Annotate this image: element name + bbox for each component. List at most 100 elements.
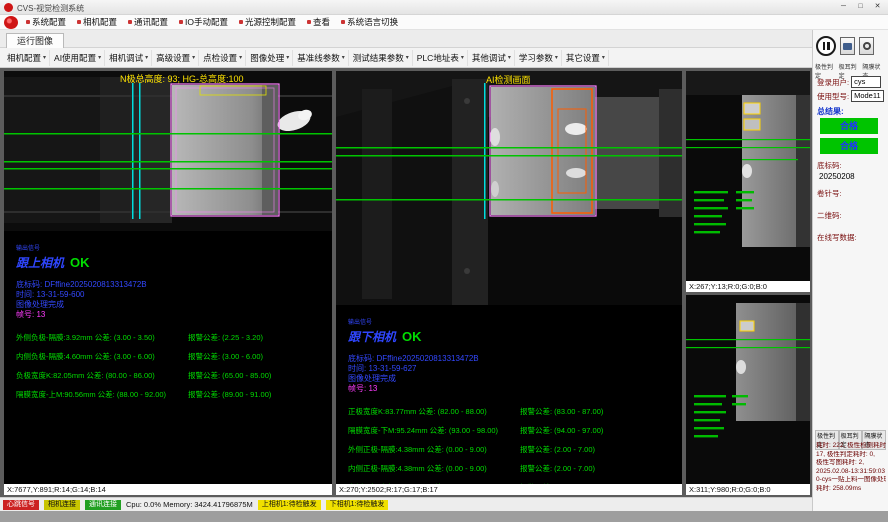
toolbar-label: 其它设置 bbox=[566, 52, 600, 64]
menu-icon bbox=[341, 20, 345, 24]
menu-item-comm-config[interactable]: 通讯配置 bbox=[128, 16, 168, 28]
toolbar-label: 学习参数 bbox=[519, 52, 553, 64]
toolbar-image-process[interactable]: 图像处理▾ bbox=[247, 50, 293, 66]
middle-frame-number: 帧号: 13 bbox=[348, 384, 676, 394]
pause-button[interactable] bbox=[816, 36, 836, 56]
alarm-tolerance: 报警公差: (3.00 - 6.00) bbox=[188, 351, 326, 362]
menu-icon bbox=[179, 20, 183, 24]
menu-item-io-config[interactable]: IO手动配置 bbox=[179, 16, 228, 28]
upper-camera-trigger-badge: 上相机1:待检触发 bbox=[258, 500, 321, 510]
reel-number-row: 卷针号: bbox=[817, 188, 842, 199]
toolbar-plc-table[interactable]: PLC地址表▾ bbox=[414, 50, 468, 66]
menu-item-language[interactable]: 系统语言切换 bbox=[341, 16, 398, 28]
small-top-camera-view[interactable] bbox=[686, 71, 810, 281]
stats-line: 17, 极性判定耗时: 0, bbox=[816, 451, 886, 460]
menu-label: IO手动配置 bbox=[185, 16, 228, 28]
small-bottom-coord-readout: X:311;Y:980;R:0;G:0;B:0 bbox=[686, 484, 810, 495]
measure-value: 外侧负极-隔膜:3.92mm 公差: (3.00 - 3.50) bbox=[16, 332, 188, 343]
left-result-ok: OK bbox=[70, 255, 90, 270]
toolbar: 相机配置▾ AI使用配置▾ 相机调试▾ 高级设置▾ 点检设置▾ 图像处理▾ 基准… bbox=[0, 48, 812, 68]
online-write-label: 在线写数据: bbox=[817, 232, 857, 243]
toolbar-label: 基准线参数 bbox=[297, 52, 340, 64]
qr-code-row: 二维码: bbox=[817, 210, 842, 221]
toolbar-camera-debug[interactable]: 相机调试▾ bbox=[106, 50, 152, 66]
left-camera-view[interactable]: N极总高度: 93; HG-总高度:100 bbox=[4, 71, 332, 231]
stats-line: 耗时: 222, 极性检测耗时: bbox=[816, 442, 886, 451]
middle-camera-info: 输出信号 跟下相机OK 底标码: DFffine2025020813313472… bbox=[348, 317, 676, 484]
measure-value: 正极宽度K:83.77mm 公差: (82.00 - 88.00) bbox=[348, 406, 520, 417]
total-result-label: 总结果: bbox=[817, 106, 844, 117]
toolbar-label: PLC地址表 bbox=[417, 52, 459, 64]
middle-process-status: 图像处理完成 bbox=[348, 374, 676, 384]
status-bar: 心跳信号 相机连接 通讯连接 Cpu: 0.0% Memory: 3424.41… bbox=[0, 497, 812, 511]
alarm-tolerance: 报警公差: (89.00 - 91.00) bbox=[188, 389, 326, 400]
toolbar-other-debug[interactable]: 其他调试▾ bbox=[469, 50, 515, 66]
menu-item-camera-config[interactable]: 相机配置 bbox=[77, 16, 117, 28]
toolbar-camera-config[interactable]: 相机配置▾ bbox=[4, 50, 50, 66]
measure-value: 隔膜宽度-上M:90.56mm 公差: (88.00 - 92.00) bbox=[16, 389, 188, 400]
model-label: 使用型号: bbox=[817, 91, 849, 102]
comm-connection-badge: 通讯连接 bbox=[85, 500, 121, 510]
camera-snapshot-button[interactable] bbox=[840, 37, 855, 55]
chevron-down-icon: ▾ bbox=[406, 54, 409, 61]
toolbar-spot-check[interactable]: 点检设置▾ bbox=[200, 50, 246, 66]
middle-camera-view[interactable]: AI检测画面 bbox=[336, 71, 682, 305]
toolbar-test-result-params[interactable]: 测试结果参数▾ bbox=[350, 50, 413, 66]
measure-row: 内侧正极-隔膜:4.38mm 公差: (0.00 - 9.00)报警公差: (2… bbox=[348, 463, 676, 474]
model-row: 使用型号: Mode11 bbox=[817, 90, 884, 102]
menu-bar: 系统配置 相机配置 通讯配置 IO手动配置 光源控制配置 查看 系统语言切换 bbox=[0, 15, 888, 30]
stats-lines: 耗时: 222, 极性检测耗时: 17, 极性判定耗时: 0, 极性写图耗时: … bbox=[816, 442, 886, 493]
toolbar-ai-config[interactable]: AI使用配置▾ bbox=[51, 50, 105, 66]
chevron-down-icon: ▾ bbox=[239, 54, 242, 61]
sidebar-buttons bbox=[816, 36, 874, 56]
title-bar: CVS-视觉检测系统 ─ □ ✕ bbox=[0, 0, 888, 15]
menu-icon bbox=[26, 20, 30, 24]
measure-value: 负极宽度K:82.05mm 公差: (80.00 - 86.00) bbox=[16, 370, 188, 381]
tab-run-image[interactable]: 运行图像 bbox=[6, 33, 64, 49]
small-bottom-camera-view[interactable] bbox=[686, 295, 810, 484]
barcode-value: 20250208 bbox=[819, 172, 855, 181]
model-field[interactable]: Mode11 bbox=[851, 90, 884, 102]
small-top-coord-readout: X:267;Y:13;R:0;G:0;B:0 bbox=[686, 281, 810, 292]
camera-connection-badge: 相机连接 bbox=[44, 500, 80, 510]
maximize-button[interactable]: □ bbox=[852, 1, 869, 13]
small-top-camera-panel bbox=[686, 71, 810, 281]
menu-item-view[interactable]: 查看 bbox=[307, 16, 330, 28]
toolbar-label: 相机配置 bbox=[7, 52, 41, 64]
toolbar-baseline-params[interactable]: 基准线参数▾ bbox=[294, 50, 349, 66]
pause-icon bbox=[823, 42, 826, 50]
chevron-down-icon: ▾ bbox=[286, 54, 289, 61]
alarm-tolerance: 报警公差: (2.25 - 3.20) bbox=[188, 332, 326, 343]
left-frame-number: 帧号: 13 bbox=[16, 310, 326, 320]
toolbar-learning-params[interactable]: 学习参数▾ bbox=[516, 50, 562, 66]
menu-item-system-config[interactable]: 系统配置 bbox=[26, 16, 66, 28]
lower-camera-trigger-badge: 下相机1:待检触发 bbox=[326, 500, 389, 510]
toolbar-label: AI使用配置 bbox=[54, 52, 96, 64]
right-sidebar: 极性判定 极耳判定 隔膜状态 登录用户: cys 使用型号: Mode11 总结… bbox=[812, 30, 888, 511]
left-coord-readout: X:7677,Y:891;R:14;G:14;B:14 bbox=[4, 484, 332, 495]
measure-row: 隔膜宽度-上M:90.56mm 公差: (88.00 - 92.00)报警公差:… bbox=[16, 389, 326, 400]
login-user-label: 登录用户: bbox=[817, 77, 849, 88]
close-button[interactable]: ✕ bbox=[869, 1, 886, 13]
menu-label: 光源控制配置 bbox=[245, 16, 296, 28]
app-logo-icon bbox=[4, 3, 13, 12]
left-process-status: 图像处理完成 bbox=[16, 300, 326, 310]
toolbar-other-settings[interactable]: 其它设置▾ bbox=[563, 50, 609, 66]
menu-icon bbox=[239, 20, 243, 24]
desktop-strip bbox=[0, 511, 888, 522]
login-row: 登录用户: cys bbox=[817, 76, 881, 88]
minimize-button[interactable]: ─ bbox=[835, 1, 852, 13]
menu-item-light-config[interactable]: 光源控制配置 bbox=[239, 16, 296, 28]
target-calibration-button[interactable] bbox=[859, 37, 874, 55]
menu-icon bbox=[128, 20, 132, 24]
toolbar-advanced[interactable]: 高级设置▾ bbox=[153, 50, 199, 66]
left-overlay-text: N极总高度: 93; HG-总高度:100 bbox=[120, 73, 244, 84]
qr-code-label: 二维码: bbox=[817, 210, 842, 221]
measure-row: 负极宽度K:82.05mm 公差: (80.00 - 86.00)报警公差: (… bbox=[16, 370, 326, 381]
toolbar-label: 高级设置 bbox=[156, 52, 190, 64]
login-user-field[interactable]: cys bbox=[851, 76, 881, 88]
chevron-down-icon: ▾ bbox=[508, 54, 511, 61]
measure-row: 内侧负极-隔膜:4.60mm 公差: (3.00 - 6.00)报警公差: (3… bbox=[16, 351, 326, 362]
chevron-down-icon: ▾ bbox=[145, 54, 148, 61]
left-output-signal: 输出信号 bbox=[16, 243, 326, 252]
